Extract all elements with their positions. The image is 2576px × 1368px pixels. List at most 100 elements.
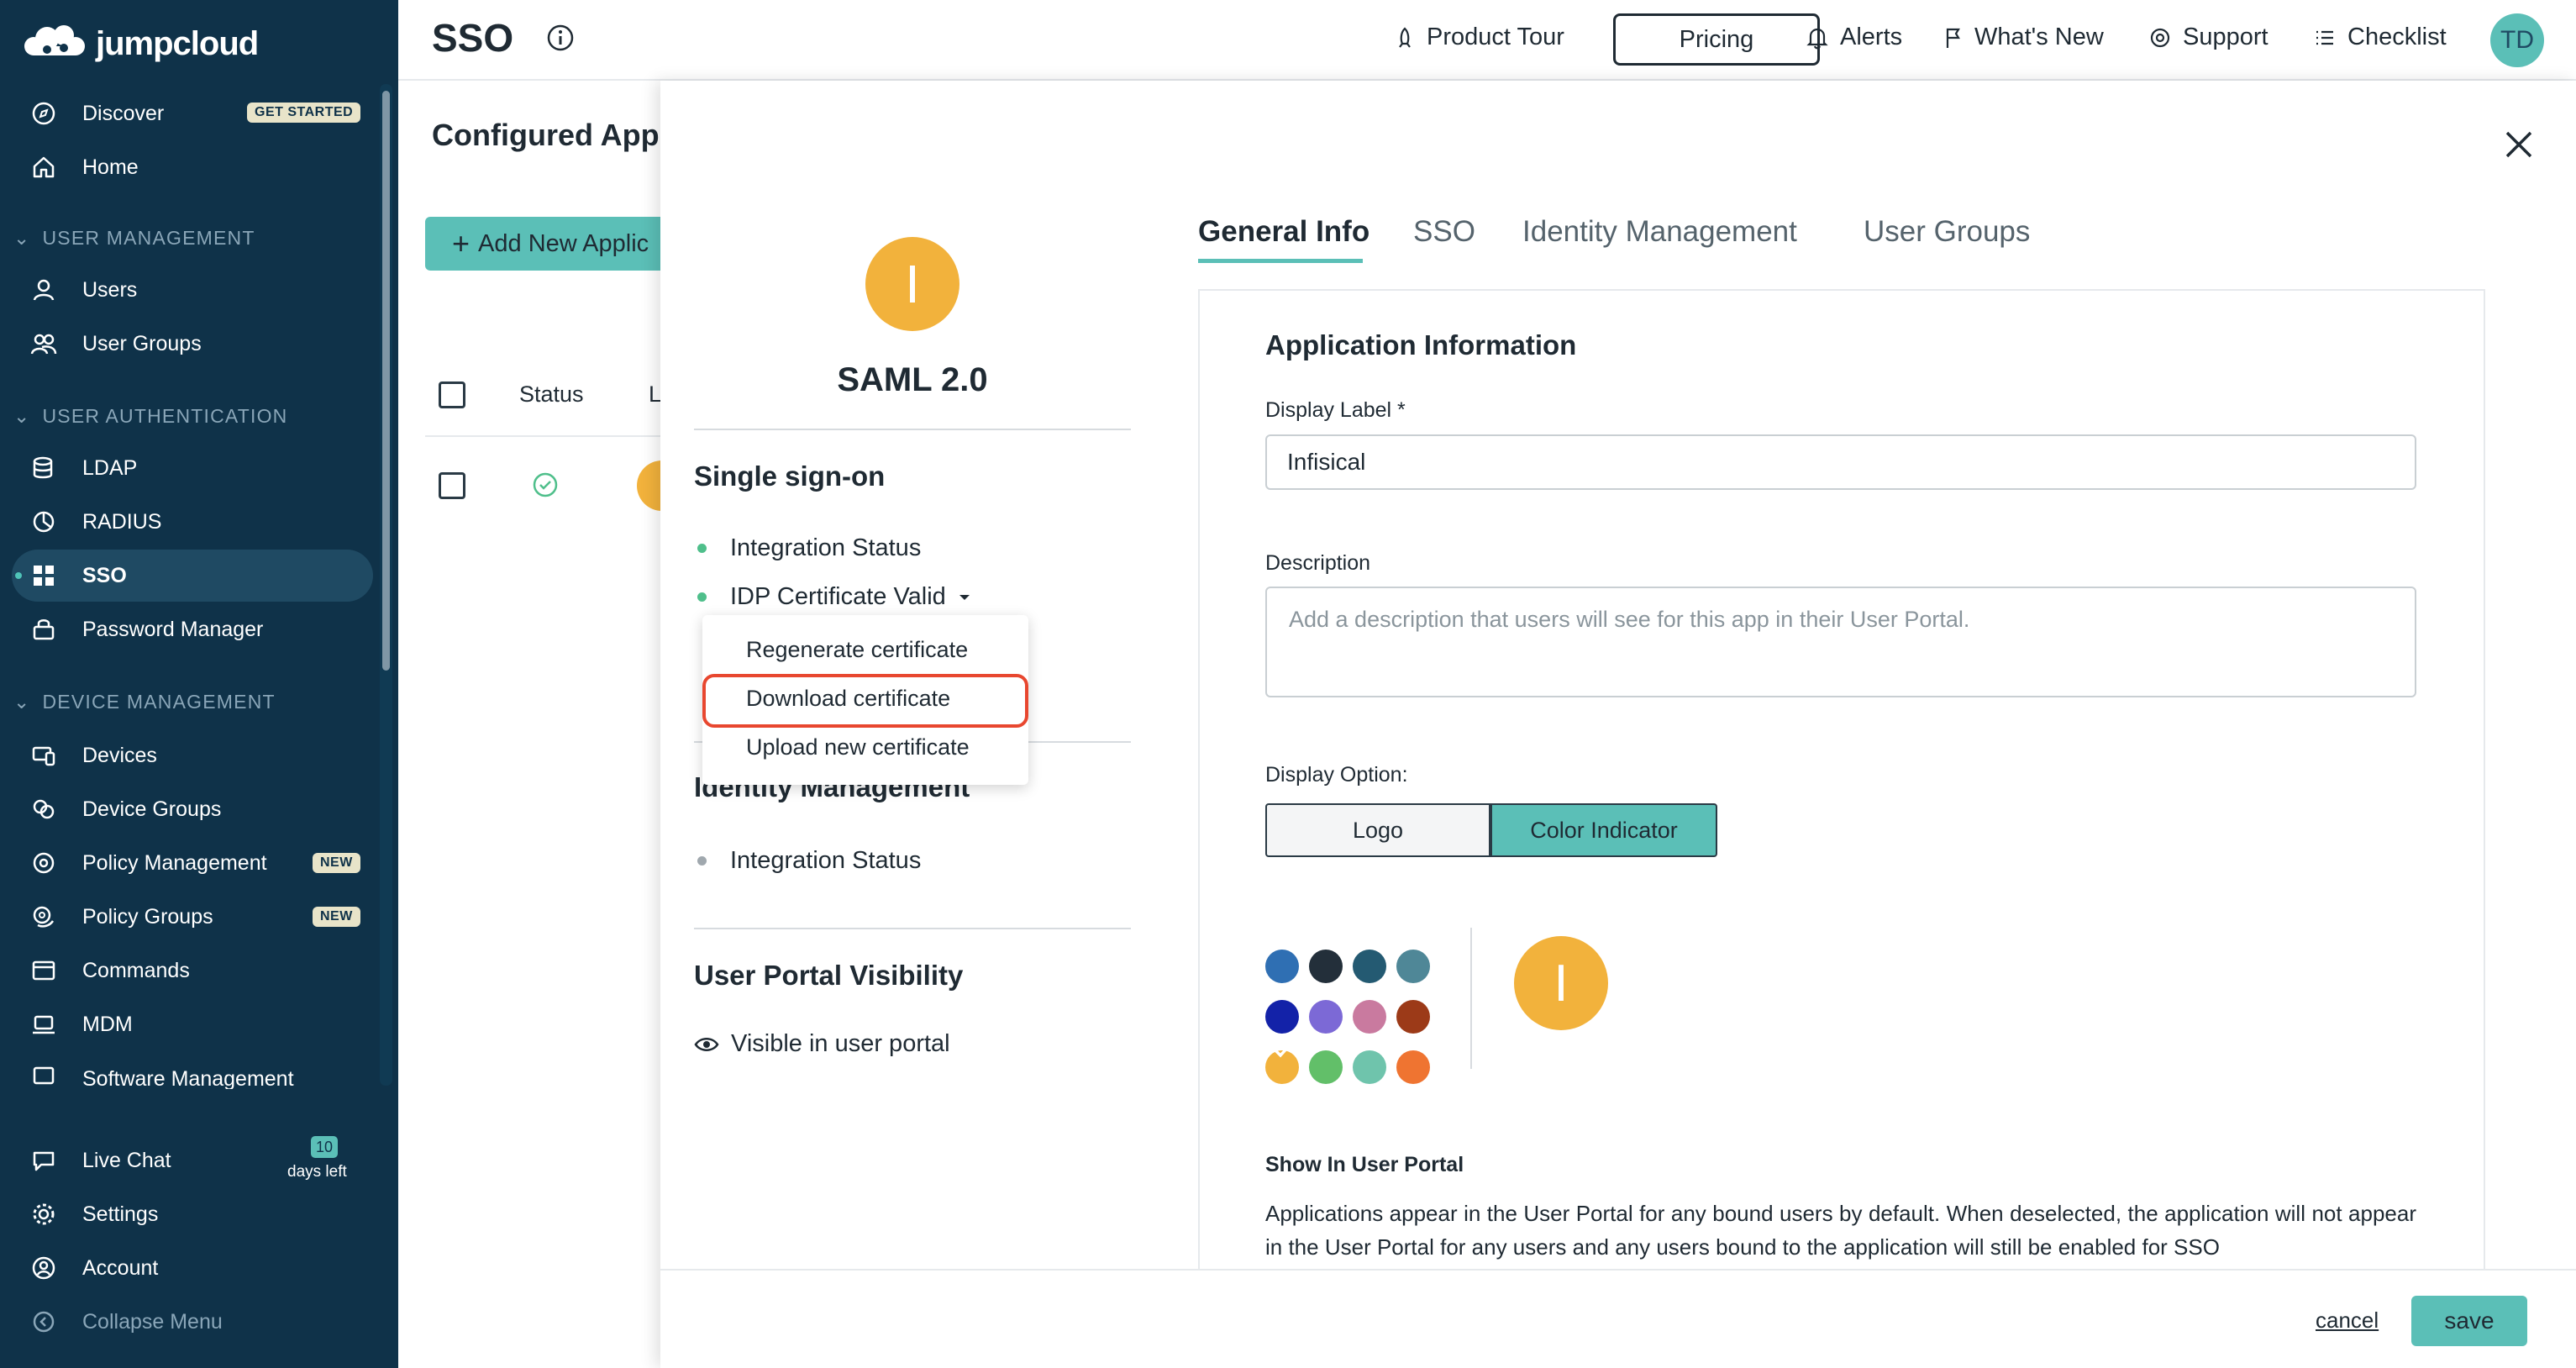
chevron-down-icon: ⌄ [13, 405, 31, 427]
sidebar-item-label: Users [82, 277, 138, 302]
whats-new-link[interactable]: What's New [1944, 24, 2104, 51]
section-user-authentication[interactable]: ⌄ USER AUTHENTICATION [13, 405, 288, 428]
chevron-down-icon: ⌄ [13, 691, 31, 713]
display-option-color-button[interactable]: Color Indicator [1490, 803, 1717, 857]
row-checkbox[interactable] [439, 472, 465, 499]
sidebar-item-radius[interactable]: RADIUS [0, 496, 398, 548]
status-dot [697, 592, 707, 602]
support-link[interactable]: Support [2149, 24, 2268, 51]
new-badge: NEW [313, 853, 360, 873]
caret-down-icon [959, 594, 970, 600]
sidebar-item-ldap[interactable]: LDAP [0, 442, 398, 494]
section-label: DEVICE MANAGEMENT [42, 691, 276, 713]
configured-apps-title: Configured App [432, 118, 660, 152]
display-option-label: Display Option: [1265, 763, 1408, 787]
sidebar-item-user-groups[interactable]: User Groups [0, 318, 398, 370]
add-new-application-button[interactable]: + Add New Applic [425, 217, 694, 271]
color-swatch[interactable] [1396, 1050, 1430, 1084]
support-icon [2150, 28, 2170, 47]
sidebar-item-label: Settings [82, 1202, 159, 1226]
sidebar-item-users[interactable]: Users [0, 264, 398, 316]
color-swatch[interactable] [1353, 950, 1386, 983]
sidebar-item-sso[interactable]: SSO [0, 550, 398, 602]
visible-label: Visible in user portal [731, 1030, 950, 1057]
policy-icon [30, 850, 57, 876]
divider [694, 928, 1131, 929]
color-swatch[interactable] [1309, 1050, 1343, 1084]
description-input[interactable] [1265, 587, 2416, 697]
sidebar-item-label: Collapse Menu [82, 1309, 223, 1334]
sidebar-scrollbar[interactable] [382, 91, 390, 671]
cancel-link[interactable]: cancel [2316, 1307, 2379, 1334]
color-swatch[interactable] [1396, 950, 1430, 983]
tab-general-info[interactable]: General Info [1198, 215, 1369, 249]
sidebar-item-password-manager[interactable]: Password Manager [0, 603, 398, 655]
product-tour-link[interactable]: Product Tour [1395, 24, 1564, 51]
new-badge: NEW [313, 907, 360, 927]
column-header-label: L [649, 381, 662, 407]
radius-icon [30, 508, 57, 535]
user-avatar[interactable]: TD [2490, 13, 2544, 67]
close-icon[interactable] [2500, 126, 2537, 163]
app-avatar: I [865, 237, 959, 331]
sso-integration-status: Integration Status [697, 534, 921, 562]
select-all-checkbox[interactable] [439, 381, 465, 408]
section-label: USER MANAGEMENT [42, 227, 255, 249]
sidebar-item-commands[interactable]: Commands [0, 944, 398, 997]
user-icon [30, 276, 57, 303]
sidebar-item-discover[interactable]: Discover GET STARTED [0, 87, 398, 139]
color-swatch[interactable] [1309, 950, 1343, 983]
color-swatch[interactable] [1396, 1000, 1430, 1034]
flag-icon [1946, 28, 1960, 48]
checklist-link[interactable]: Checklist [2314, 24, 2447, 51]
alerts-link[interactable]: Alerts [1806, 24, 1902, 51]
regenerate-certificate-item[interactable]: Regenerate certificate [746, 637, 968, 663]
sidebar-item-account[interactable]: Account [0, 1242, 398, 1294]
sidebar-item-label: Home [82, 155, 139, 179]
jumpcloud-logo[interactable]: jumpcloud [22, 20, 259, 67]
color-swatch[interactable] [1265, 1000, 1299, 1034]
sidebar: jumpcloud Discover GET STARTED Home ⌄ US… [0, 0, 398, 1368]
trial-days-label: days left [287, 1163, 347, 1181]
integration-status-label: Integration Status [730, 534, 922, 561]
brand-name: jumpcloud [96, 24, 259, 62]
download-certificate-item[interactable]: Download certificate [746, 686, 950, 712]
color-swatch[interactable] [1353, 1000, 1386, 1034]
user-group-icon [30, 330, 57, 357]
show-in-user-portal-label: Show In User Portal [1265, 1153, 1464, 1176]
pricing-button[interactable]: Pricing [1613, 13, 1820, 66]
sidebar-item-live-chat[interactable]: Live Chat 10 days left [0, 1134, 398, 1186]
application-information-heading: Application Information [1265, 329, 1577, 360]
color-swatch[interactable] [1265, 950, 1299, 983]
color-swatch[interactable] [1309, 1000, 1343, 1034]
color-preview-avatar: I [1514, 936, 1608, 1030]
sidebar-item-home[interactable]: Home [0, 141, 398, 193]
sidebar-item-label: Software Management [82, 1067, 294, 1089]
sidebar-item-mdm[interactable]: MDM [0, 998, 398, 1050]
display-label-input[interactable] [1265, 434, 2416, 490]
save-button[interactable]: save [2411, 1296, 2527, 1346]
display-option-logo-button[interactable]: Logo [1265, 803, 1490, 857]
sidebar-item-device-groups[interactable]: Device Groups [0, 783, 398, 835]
color-swatch[interactable] [1353, 1050, 1386, 1084]
section-device-management[interactable]: ⌄ DEVICE MANAGEMENT [13, 691, 276, 713]
sidebar-item-collapse-menu[interactable]: Collapse Menu [0, 1296, 398, 1348]
upload-new-certificate-item[interactable]: Upload new certificate [746, 734, 970, 760]
tab-sso[interactable]: SSO [1413, 215, 1475, 249]
sidebar-item-policy-management[interactable]: Policy Management NEW [0, 837, 398, 889]
tab-identity-management[interactable]: Identity Management [1522, 215, 1797, 249]
top-bar: SSO Product Tour Pricing Alerts What's N… [398, 0, 2576, 81]
page-title: SSO [432, 16, 514, 60]
sidebar-item-devices[interactable]: Devices [0, 729, 398, 781]
section-user-management[interactable]: ⌄ USER MANAGEMENT [13, 227, 255, 250]
sidebar-item-software-management[interactable]: Software Management [0, 1052, 398, 1089]
info-icon[interactable] [546, 24, 575, 52]
idp-certificate-toggle[interactable]: IDP Certificate Valid [697, 583, 971, 611]
tab-user-groups[interactable]: User Groups [1864, 215, 2030, 249]
alerts-label: Alerts [1840, 24, 1903, 50]
sidebar-item-policy-groups[interactable]: Policy Groups NEW [0, 891, 398, 943]
sidebar-item-label: Password Manager [82, 617, 264, 641]
display-label-label: Display Label * [1265, 398, 1406, 422]
compass-icon [30, 100, 57, 127]
sidebar-item-settings[interactable]: Settings [0, 1188, 398, 1240]
